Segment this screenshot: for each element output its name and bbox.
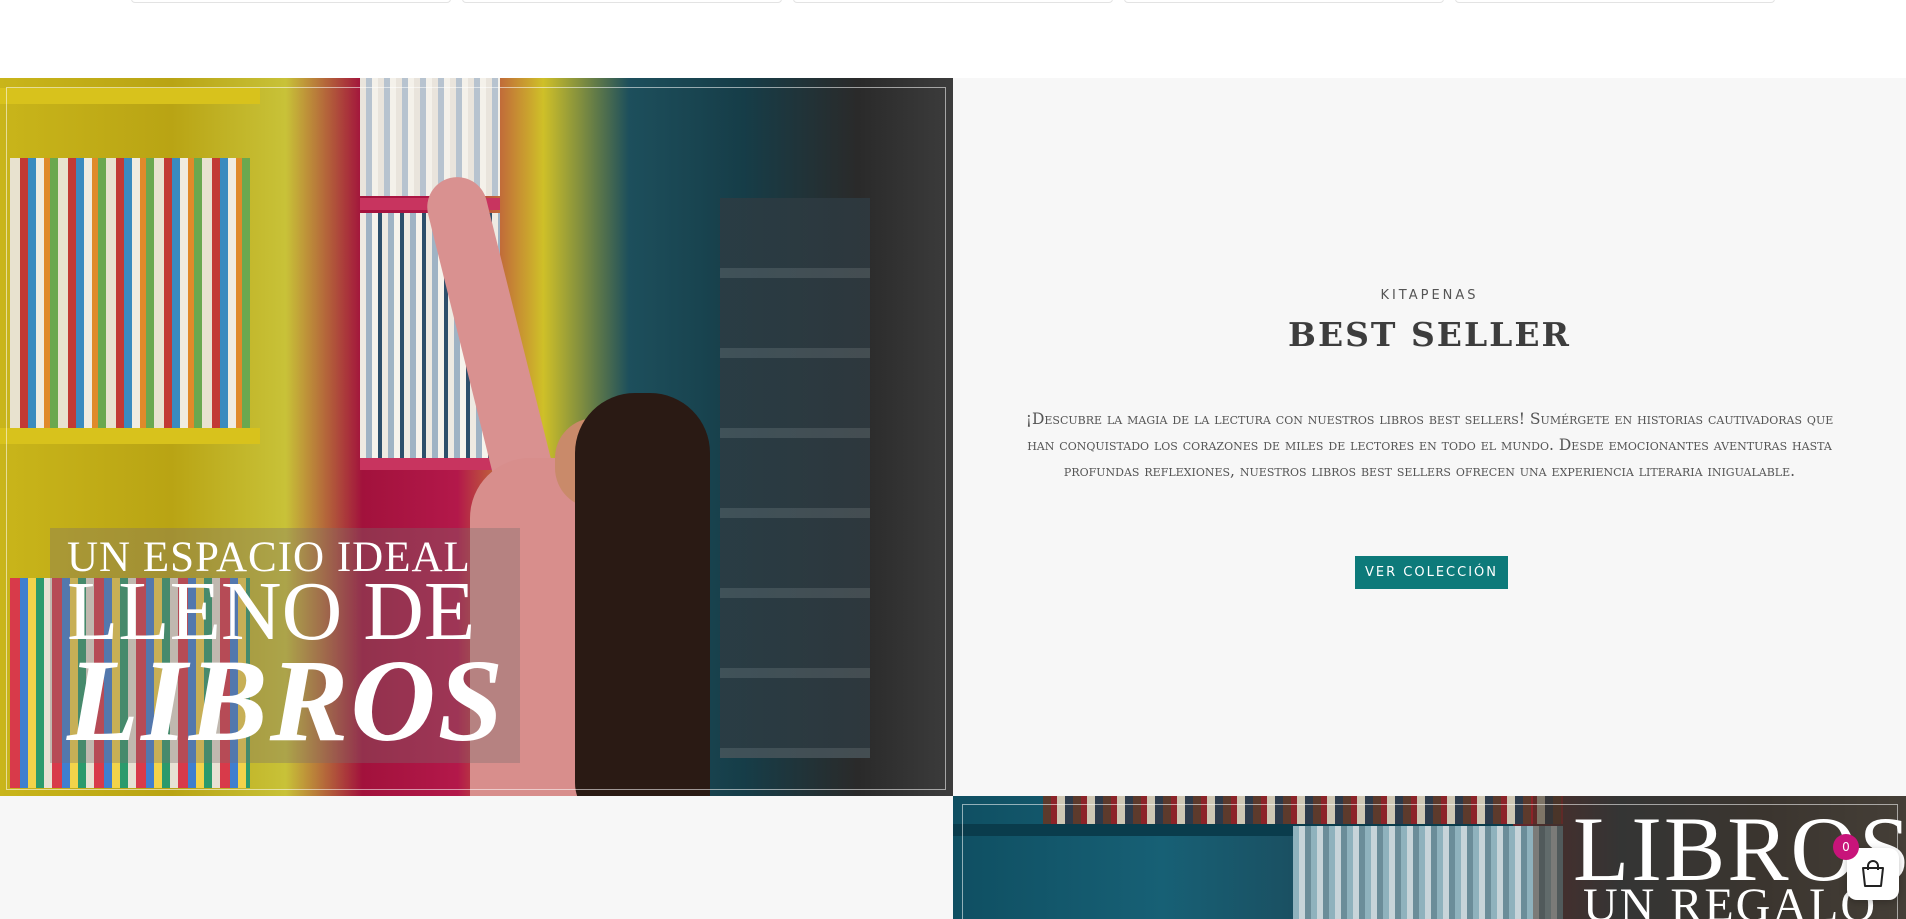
product-card[interactable] [1455,0,1775,3]
product-card[interactable] [1124,0,1444,3]
promo-eyebrow: KITAPENAS [1380,288,1479,303]
hero-banner-image: UN ESPACIO IDEAL LLENO DE LIBROS [0,78,953,796]
shopping-bag-icon [1862,860,1884,887]
promo-panel-bottom-left [0,796,953,919]
banner-line-2: UN REGALO [1583,879,1877,919]
promo-headline: BEST SELLER [1288,315,1571,354]
view-collection-button[interactable]: VER COLECCIÓN [1355,556,1508,589]
promo-description: ¡Descubre la magia de la lectura con nue… [1025,410,1834,480]
product-card[interactable] [793,0,1113,3]
cart-count-badge: 0 [1833,834,1859,860]
gift-banner-image: LIBROS UN REGALO [953,796,1906,919]
best-seller-promo: KITAPENAS BEST SELLER ¡Descubre la magia… [953,78,1906,796]
hero-line-3: LIBROS [67,635,506,766]
product-card[interactable] [131,0,451,3]
product-card[interactable] [462,0,782,3]
product-card-strip [0,0,1906,78]
